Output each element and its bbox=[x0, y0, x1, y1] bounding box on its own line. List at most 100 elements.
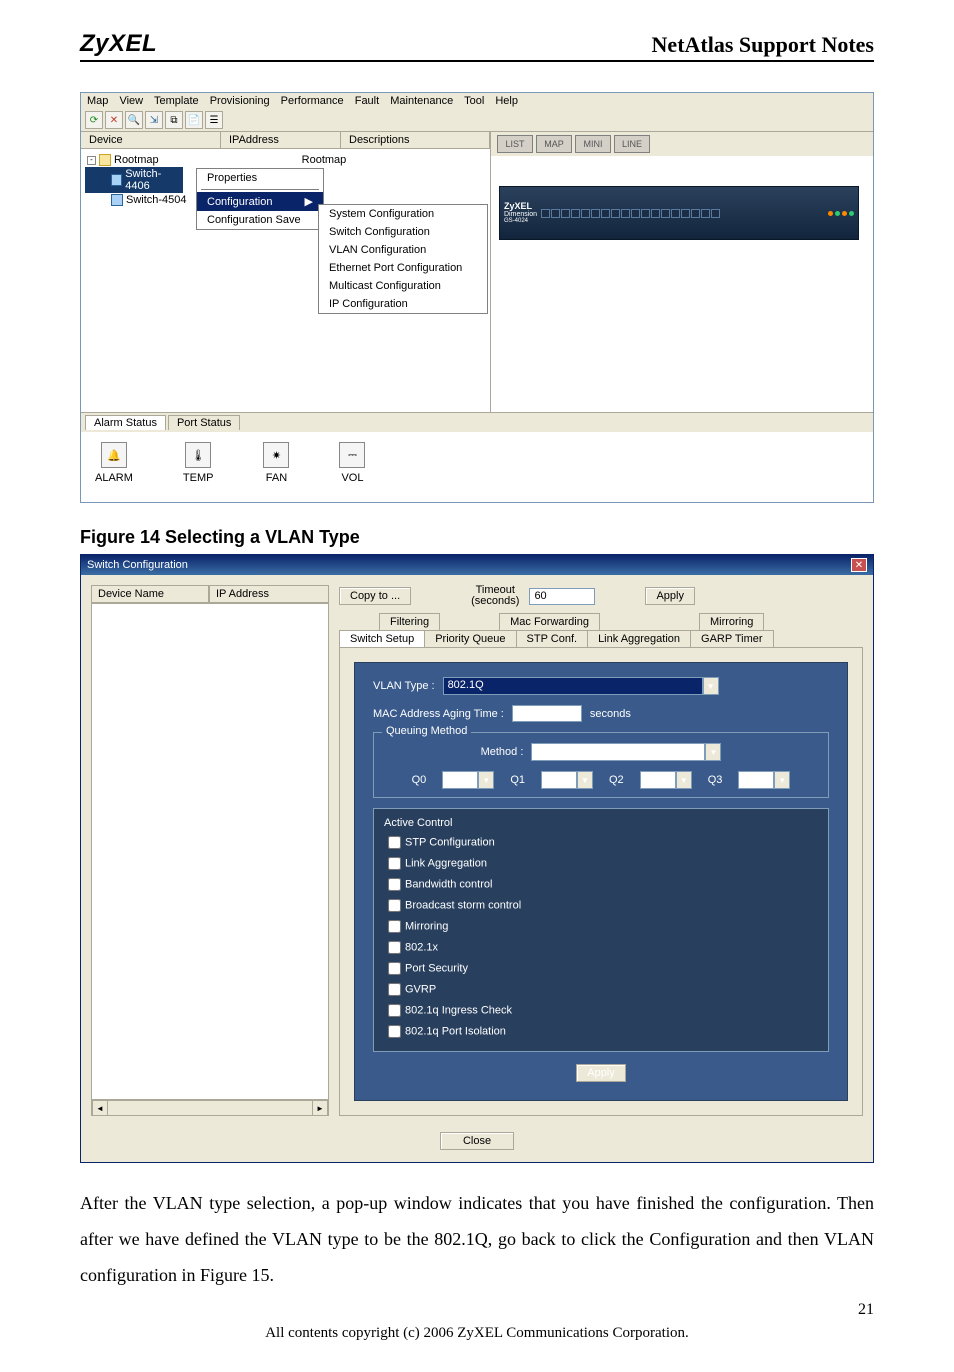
device-icon bbox=[111, 194, 123, 206]
tab-garp-timer[interactable]: GARP Timer bbox=[690, 630, 774, 648]
tab-mac-forwarding[interactable]: Mac Forwarding bbox=[499, 613, 600, 631]
screenshot-context-menu: Map View Template Provisioning Performan… bbox=[80, 92, 874, 503]
port-icon bbox=[561, 209, 570, 218]
method-select[interactable]: ▼ bbox=[531, 743, 721, 761]
scroll-left-icon[interactable]: ◄ bbox=[92, 1101, 108, 1115]
q2-select[interactable]: ▼ bbox=[640, 771, 692, 789]
export-icon[interactable]: ⇲ bbox=[145, 111, 163, 129]
chk-bandwidth-control[interactable]: Bandwidth control bbox=[384, 875, 818, 894]
scroll-right-icon[interactable]: ► bbox=[312, 1101, 328, 1115]
tab-port-status[interactable]: Port Status bbox=[168, 415, 240, 430]
menu-item[interactable]: Fault bbox=[355, 95, 379, 107]
context-menu-config-save[interactable]: Configuration Save bbox=[197, 211, 323, 229]
tab-link-aggregation[interactable]: Link Aggregation bbox=[587, 630, 691, 648]
context-menu-properties[interactable]: Properties bbox=[197, 169, 323, 187]
submenu-ip-configuration[interactable]: IP Configuration bbox=[319, 295, 487, 313]
submenu-ethernet-port-configuration[interactable]: Ethernet Port Configuration bbox=[319, 259, 487, 277]
port-icon bbox=[581, 209, 590, 218]
copy-icon[interactable]: ⧉ bbox=[165, 111, 183, 129]
switch-graphic[interactable]: ZyXEL Dimension GS-4024 bbox=[499, 186, 859, 240]
tab-filtering[interactable]: Filtering bbox=[379, 613, 440, 631]
chevron-down-icon[interactable]: ▼ bbox=[774, 771, 790, 789]
view-mini-button[interactable]: MINI bbox=[575, 135, 611, 153]
vlan-type-row: VLAN Type : 802.1Q ▼ bbox=[373, 677, 829, 695]
horizontal-scrollbar[interactable]: ◄ ► bbox=[91, 1100, 329, 1116]
mac-aging-input[interactable] bbox=[512, 705, 582, 722]
q3-select[interactable]: ▼ bbox=[738, 771, 790, 789]
toolbar: ⟳ ✕ 🔍 ⇲ ⧉ 📄 ☰ bbox=[81, 109, 873, 132]
view-toolbar: LIST MAP MINI LINE bbox=[491, 132, 873, 156]
q1-select[interactable]: ▼ bbox=[541, 771, 593, 789]
status-alarm: 🔔 ALARM bbox=[95, 442, 133, 484]
chk-8021q-ingress-check[interactable]: 802.1q Ingress Check bbox=[384, 1001, 818, 1020]
dialog-titlebar: Switch Configuration ✕ bbox=[81, 555, 873, 575]
copy-to-button[interactable]: Copy to ... bbox=[339, 587, 411, 605]
tree-item-selected[interactable]: Switch-4406 bbox=[85, 167, 183, 193]
tab-switch-setup[interactable]: Switch Setup bbox=[339, 630, 425, 648]
q0-select[interactable]: ▼ bbox=[442, 771, 494, 789]
view-map-button[interactable]: MAP bbox=[536, 135, 572, 153]
menu-item[interactable]: Maintenance bbox=[390, 95, 453, 107]
view-line-button[interactable]: LINE bbox=[614, 135, 650, 153]
context-menu[interactable]: Properties Configuration ▶ Configuration… bbox=[196, 168, 324, 230]
tree-child-label: Switch-4504 bbox=[126, 194, 187, 206]
menu-item[interactable]: Tool bbox=[464, 95, 484, 107]
chevron-down-icon[interactable]: ▼ bbox=[705, 743, 721, 761]
vlan-type-select[interactable]: 802.1Q ▼ bbox=[443, 677, 719, 695]
rack-labels: ZyXEL Dimension GS-4024 bbox=[504, 202, 537, 224]
tab-mirroring[interactable]: Mirroring bbox=[699, 613, 764, 631]
col-ip: IPAddress bbox=[221, 132, 341, 148]
port-icon bbox=[591, 209, 600, 218]
tab-stp-conf[interactable]: STP Conf. bbox=[516, 630, 589, 648]
apply-button-top[interactable]: Apply bbox=[645, 587, 695, 605]
tree-root[interactable]: - Rootmap Rootmap bbox=[85, 153, 486, 167]
chevron-down-icon[interactable]: ▼ bbox=[478, 771, 494, 789]
submenu-arrow-icon: ▶ bbox=[305, 195, 313, 208]
search-icon[interactable]: 🔍 bbox=[125, 111, 143, 129]
chk-link-aggregation[interactable]: Link Aggregation bbox=[384, 854, 818, 873]
chk-gvrp[interactable]: GVRP bbox=[384, 980, 818, 999]
paste-icon[interactable]: 📄 bbox=[185, 111, 203, 129]
main-body: Device IPAddress Descriptions - Rootmap … bbox=[81, 132, 873, 412]
tab-alarm-status[interactable]: Alarm Status bbox=[85, 415, 166, 430]
tree-child-label: Switch-4406 bbox=[125, 168, 181, 192]
apply-button-bottom[interactable]: Apply bbox=[576, 1064, 626, 1082]
delete-icon[interactable]: ✕ bbox=[105, 111, 123, 129]
chevron-down-icon[interactable]: ▼ bbox=[676, 771, 692, 789]
figure-caption: Figure 14 Selecting a VLAN Type bbox=[80, 527, 874, 548]
submenu-system-configuration[interactable]: System Configuration bbox=[319, 205, 487, 223]
close-icon[interactable]: ✕ bbox=[851, 558, 867, 572]
chevron-down-icon[interactable]: ▼ bbox=[703, 677, 719, 695]
port-icon bbox=[571, 209, 580, 218]
configuration-submenu[interactable]: System Configuration Switch Configuratio… bbox=[318, 204, 488, 314]
submenu-vlan-configuration[interactable]: VLAN Configuration bbox=[319, 241, 487, 259]
chevron-down-icon[interactable]: ▼ bbox=[577, 771, 593, 789]
cm-label: Configuration bbox=[207, 196, 272, 208]
status-temp: 🌡 TEMP bbox=[183, 442, 214, 484]
menu-item[interactable]: View bbox=[119, 95, 143, 107]
chk-8021x[interactable]: 802.1x bbox=[384, 938, 818, 957]
chk-8021q-port-isolation[interactable]: 802.1q Port Isolation bbox=[384, 1022, 818, 1041]
menu-item[interactable]: Performance bbox=[281, 95, 344, 107]
chk-mirroring[interactable]: Mirroring bbox=[384, 917, 818, 936]
submenu-switch-configuration[interactable]: Switch Configuration bbox=[319, 223, 487, 241]
menu-item[interactable]: Provisioning bbox=[210, 95, 270, 107]
chk-port-security[interactable]: Port Security bbox=[384, 959, 818, 978]
submenu-multicast-configuration[interactable]: Multicast Configuration bbox=[319, 277, 487, 295]
dialog-footer: Close bbox=[81, 1126, 873, 1162]
view-list-button[interactable]: LIST bbox=[497, 135, 533, 153]
properties-icon[interactable]: ☰ bbox=[205, 111, 223, 129]
context-menu-configuration[interactable]: Configuration ▶ bbox=[197, 192, 323, 211]
tree-root-desc: Rootmap bbox=[302, 154, 347, 166]
tabs-back-row: Filtering Mac Forwarding Mirroring bbox=[339, 613, 863, 631]
tab-priority-queue[interactable]: Priority Queue bbox=[424, 630, 516, 648]
timeout-input[interactable] bbox=[529, 588, 595, 605]
close-button[interactable]: Close bbox=[440, 1132, 514, 1150]
device-list-body[interactable] bbox=[91, 603, 329, 1100]
chk-broadcast-storm-control[interactable]: Broadcast storm control bbox=[384, 896, 818, 915]
refresh-icon[interactable]: ⟳ bbox=[85, 111, 103, 129]
menu-item[interactable]: Template bbox=[154, 95, 199, 107]
menu-item[interactable]: Map bbox=[87, 95, 108, 107]
chk-stp-configuration[interactable]: STP Configuration bbox=[384, 833, 818, 852]
menu-item[interactable]: Help bbox=[495, 95, 518, 107]
